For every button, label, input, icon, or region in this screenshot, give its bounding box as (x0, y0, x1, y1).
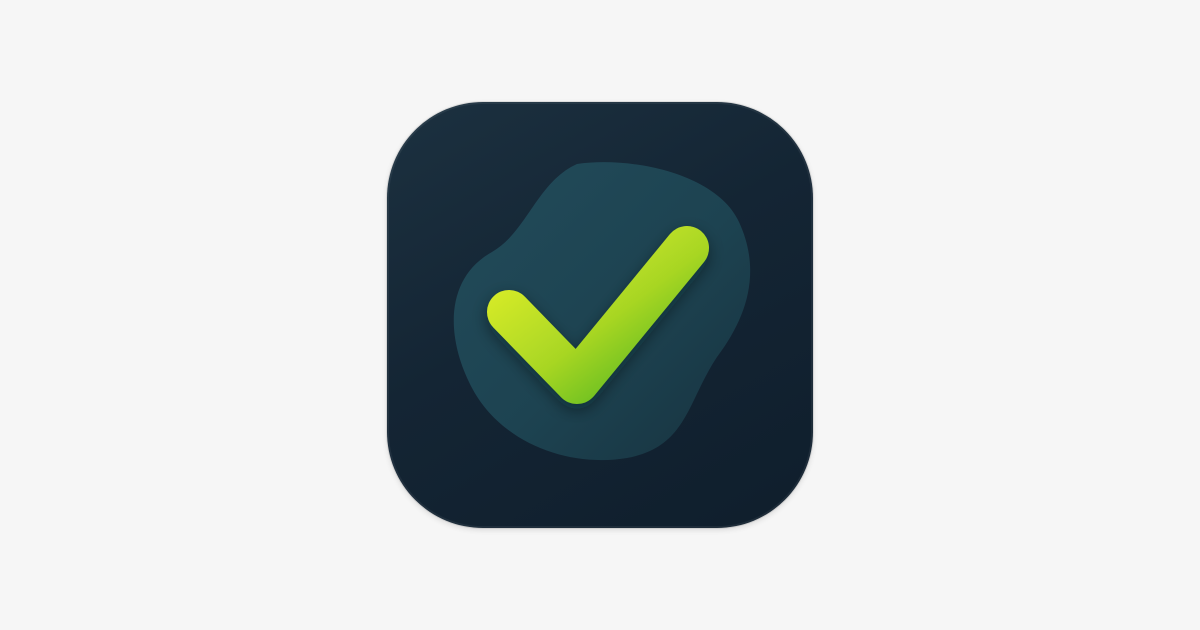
checkmark-icon (453, 162, 751, 461)
page-canvas (0, 0, 1200, 630)
app-icon (387, 102, 813, 528)
